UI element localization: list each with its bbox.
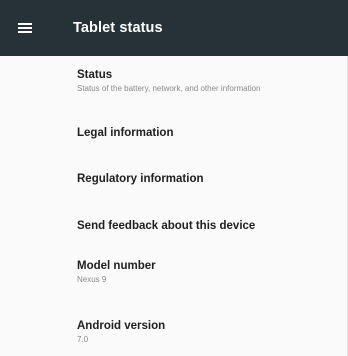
list-item-title: Legal information [77, 127, 174, 139]
page-title: Tablet status [73, 20, 163, 36]
list-item-model-number[interactable]: Model number Nexus 9 [0, 260, 348, 284]
list-item-title: Regulatory information [77, 173, 204, 185]
list-item-title: Status [77, 69, 113, 81]
list-item-status[interactable]: Status Status of the battery, network, a… [0, 69, 348, 93]
list-item-regulatory-information[interactable]: Regulatory information [0, 173, 348, 185]
list-item-android-version[interactable]: Android version 7.0 [0, 320, 348, 344]
settings-list: Status Status of the battery, network, a… [0, 56, 348, 356]
list-item-title: Android version [77, 320, 166, 332]
list-item-summary: Nexus 9 [77, 275, 107, 284]
list-item-title: Model number [77, 260, 156, 272]
menu-button[interactable] [18, 0, 58, 56]
hamburger-menu-icon [18, 23, 32, 33]
settings-screen: Tablet status Status Status of the batte… [0, 0, 348, 356]
list-item-summary: Status of the battery, network, and othe… [77, 84, 261, 93]
list-item-legal-information[interactable]: Legal information [0, 127, 348, 139]
list-item-title: Send feedback about this device [77, 220, 256, 232]
list-item-summary: 7.0 [77, 335, 89, 344]
app-toolbar: Tablet status [0, 0, 348, 56]
list-item-send-feedback[interactable]: Send feedback about this device [0, 220, 348, 232]
